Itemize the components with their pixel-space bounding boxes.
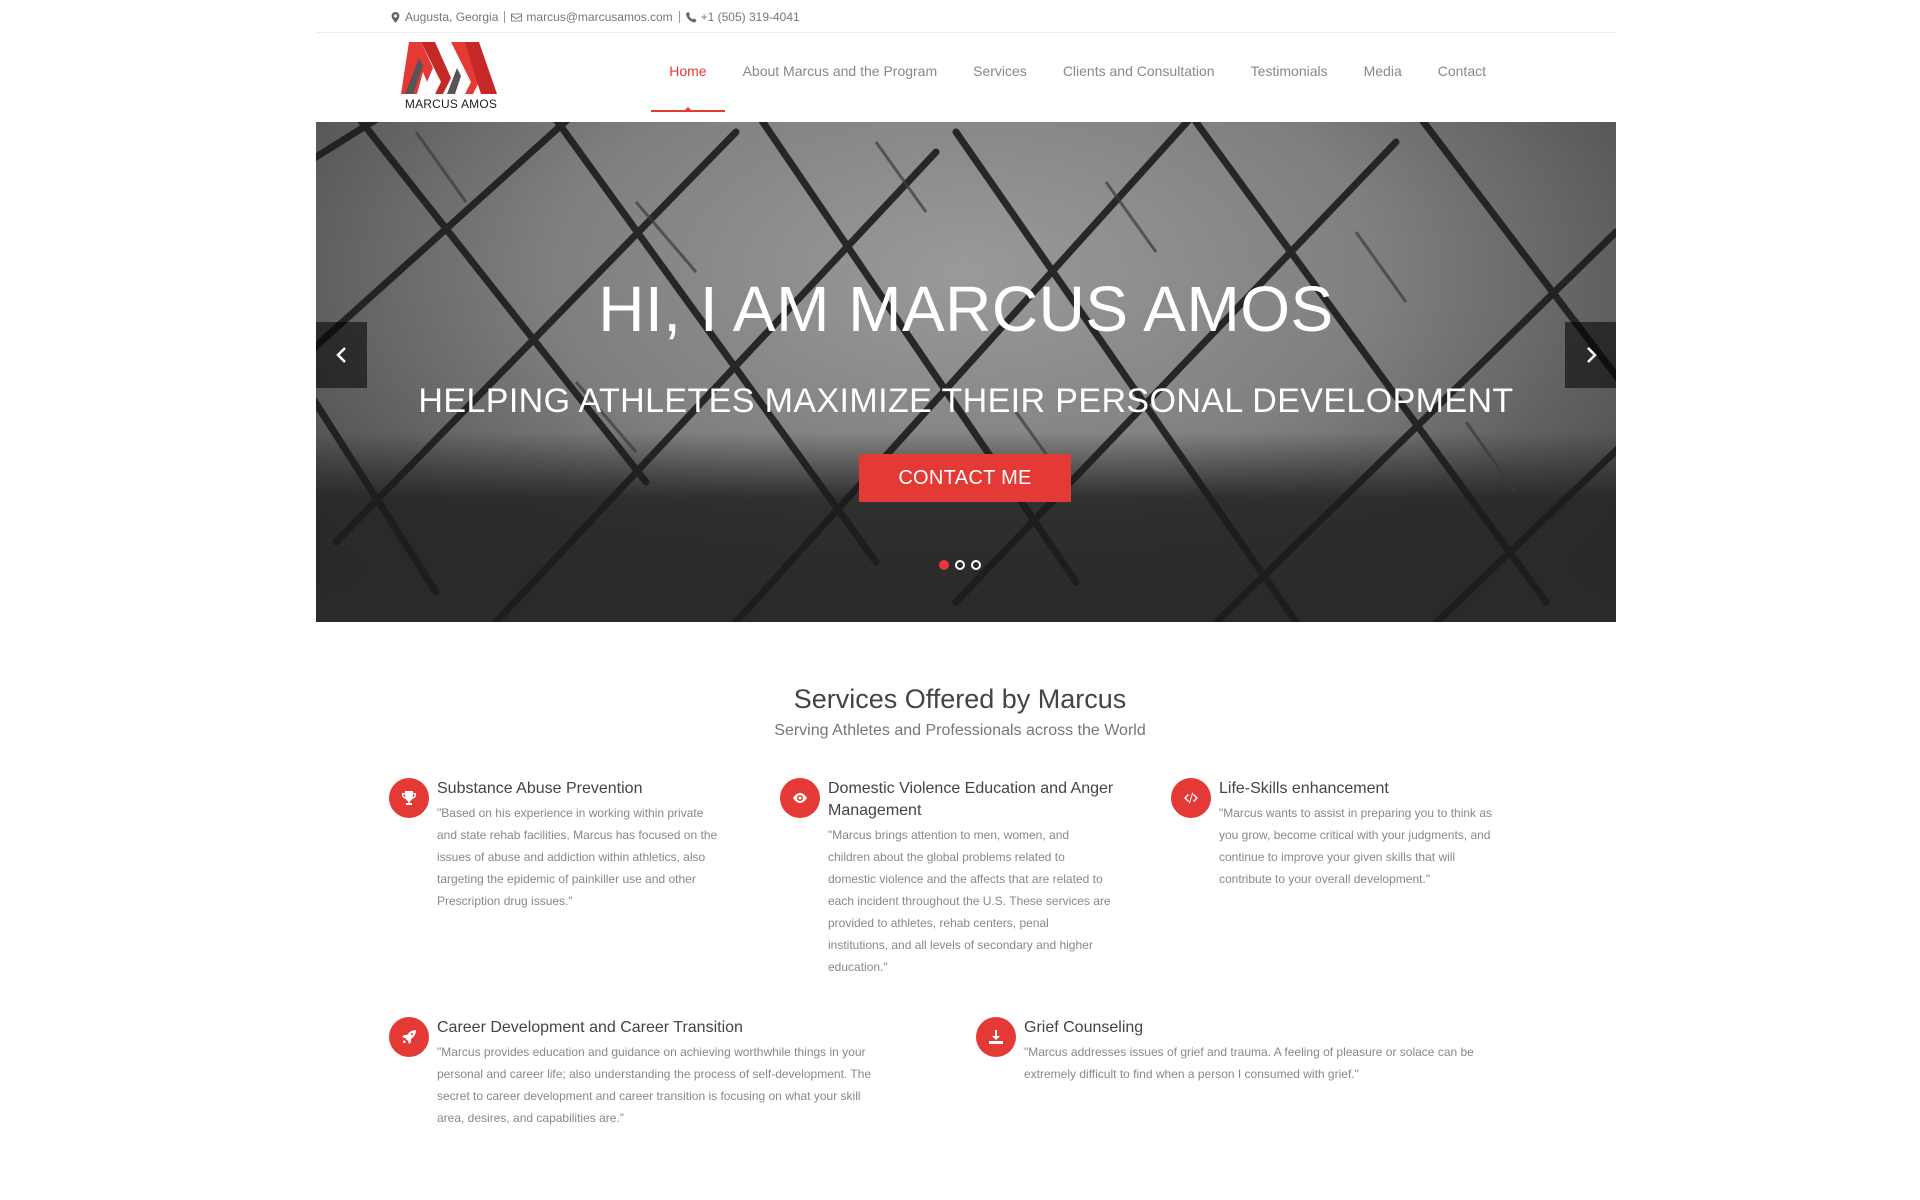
location-item: Augusta, Georgia [390,10,498,24]
download-icon [989,1030,1003,1044]
slider-prev-button[interactable] [316,322,367,388]
email-item[interactable]: marcus@marcusamos.com [511,10,673,24]
chevron-left-icon [335,347,346,363]
trophy-icon [402,791,416,805]
service-desc-line: education." [828,960,888,974]
phone-link[interactable]: +1 (505) 319-4041 [701,10,800,24]
hero-subtitle: HELPING ATHLETES MAXIMIZE THEIR PERSONAL… [418,382,1514,420]
contact-me-button[interactable]: CONTACT ME [859,454,1071,502]
service-desc-line: institutions, and all levels of secondar… [828,938,1093,952]
service-title-line: Management [828,802,922,819]
location-text: Augusta, Georgia [405,10,499,24]
service-desc-line: each incident throughout the U.S. These … [828,894,1111,908]
service-icon [389,778,429,818]
service-title-line: Domestic Violence Education and Anger [828,780,1114,797]
service-desc-line: "Marcus brings attention to men, women, … [828,828,1070,842]
nav-clients[interactable]: Clients and Consultation [1045,58,1233,112]
service-title: Substance Abuse Prevention [437,780,643,797]
service-icon [780,778,820,818]
service-domestic-violence: Domestic Violence Education and Anger Ma… [780,778,1160,978]
service-substance-abuse: Substance Abuse Prevention "Based on his… [389,778,769,918]
services-title: Services Offered by Marcus [793,684,1127,714]
service-desc-line: area, desires, and capabilities are." [437,1111,625,1125]
email-link[interactable]: marcus@marcusamos.com [526,10,672,24]
service-desc-line: targeting the epidemic of painkiller use… [437,872,696,886]
slider-dot-3[interactable] [971,560,981,570]
service-desc-line: provided to athletes, rehab centers, pen… [828,916,1049,930]
service-desc-line: issues of abuse and addiction within ath… [437,850,706,864]
divider [678,11,680,23]
eye-icon [793,793,807,803]
service-desc-line: "Marcus wants to assist in preparing you… [1219,806,1493,820]
code-icon [1184,792,1198,804]
service-icon [976,1017,1016,1057]
chevron-right-icon [1586,347,1597,363]
nav-testimonials[interactable]: Testimonials [1233,58,1346,112]
chain-link-fence-image [316,122,1616,622]
service-title: Life-Skills enhancement [1219,780,1389,797]
service-desc-line: and state rehab facilities, Marcus has f… [437,828,718,842]
service-desc-line: "Based on his experience in working with… [437,806,704,820]
phone-icon [685,11,697,23]
service-desc-line: continue to improve your given skills th… [1219,850,1456,864]
service-desc-line: "Marcus provides education and guidance … [437,1045,866,1059]
service-desc-line: extremely difficult to find when a perso… [1024,1067,1359,1081]
nav-home[interactable]: Home [651,58,725,112]
logo[interactable]: MARCUS AMOS [401,38,501,114]
divider [316,32,1616,33]
service-desc-line: children about the global problems relat… [828,850,1065,864]
service-icon [1171,778,1211,818]
service-desc-line: you grow, become critical with your judg… [1219,828,1491,842]
service-grief-counseling: Grief Counseling "Marcus addresses issue… [976,1017,1536,1097]
service-desc-line: contribute to your overall development." [1219,872,1431,886]
service-desc-line: "Marcus addresses issues of grief and tr… [1024,1045,1474,1059]
hero-slider: HI, I AM MARCUS AMOS HELPING ATHLETES MA… [316,122,1616,622]
phone-item[interactable]: +1 (505) 319-4041 [685,10,800,24]
main-nav: Home About Marcus and the Program Servic… [651,58,1504,112]
service-icon [389,1017,429,1057]
slider-dots [939,560,981,570]
services-subtitle: Serving Athletes and Professionals acros… [774,722,1146,739]
service-life-skills: Life-Skills enhancement "Marcus wants to… [1171,778,1551,898]
hero-title: HI, I AM MARCUS AMOS [598,273,1334,345]
rocket-icon [402,1030,416,1044]
service-title: Grief Counseling [1024,1019,1144,1036]
nav-services[interactable]: Services [955,58,1045,112]
nav-media[interactable]: Media [1346,58,1420,112]
nav-about[interactable]: About Marcus and the Program [725,58,956,112]
slider-dot-2[interactable] [955,560,965,570]
service-desc-line: secret to career development and career … [437,1089,861,1103]
contact-bar: Augusta, Georgia marcus@marcusamos.com +… [390,6,800,28]
service-desc-line: domestic violence and the affects that a… [828,872,1103,886]
service-desc-line: Prescription drug issues." [437,894,573,908]
slider-dot-1[interactable] [939,560,949,570]
logo-mark [401,42,497,94]
service-career-development: Career Development and Career Transition… [389,1017,949,1137]
envelope-icon [511,13,523,21]
nav-contact[interactable]: Contact [1420,58,1504,112]
service-desc-line: personal and career life; also understan… [437,1067,872,1081]
map-marker-icon [391,11,400,23]
service-title: Career Development and Career Transition [437,1019,743,1036]
slider-next-button[interactable] [1565,322,1616,388]
logo-text: MARCUS AMOS [404,97,498,111]
divider [504,11,506,23]
